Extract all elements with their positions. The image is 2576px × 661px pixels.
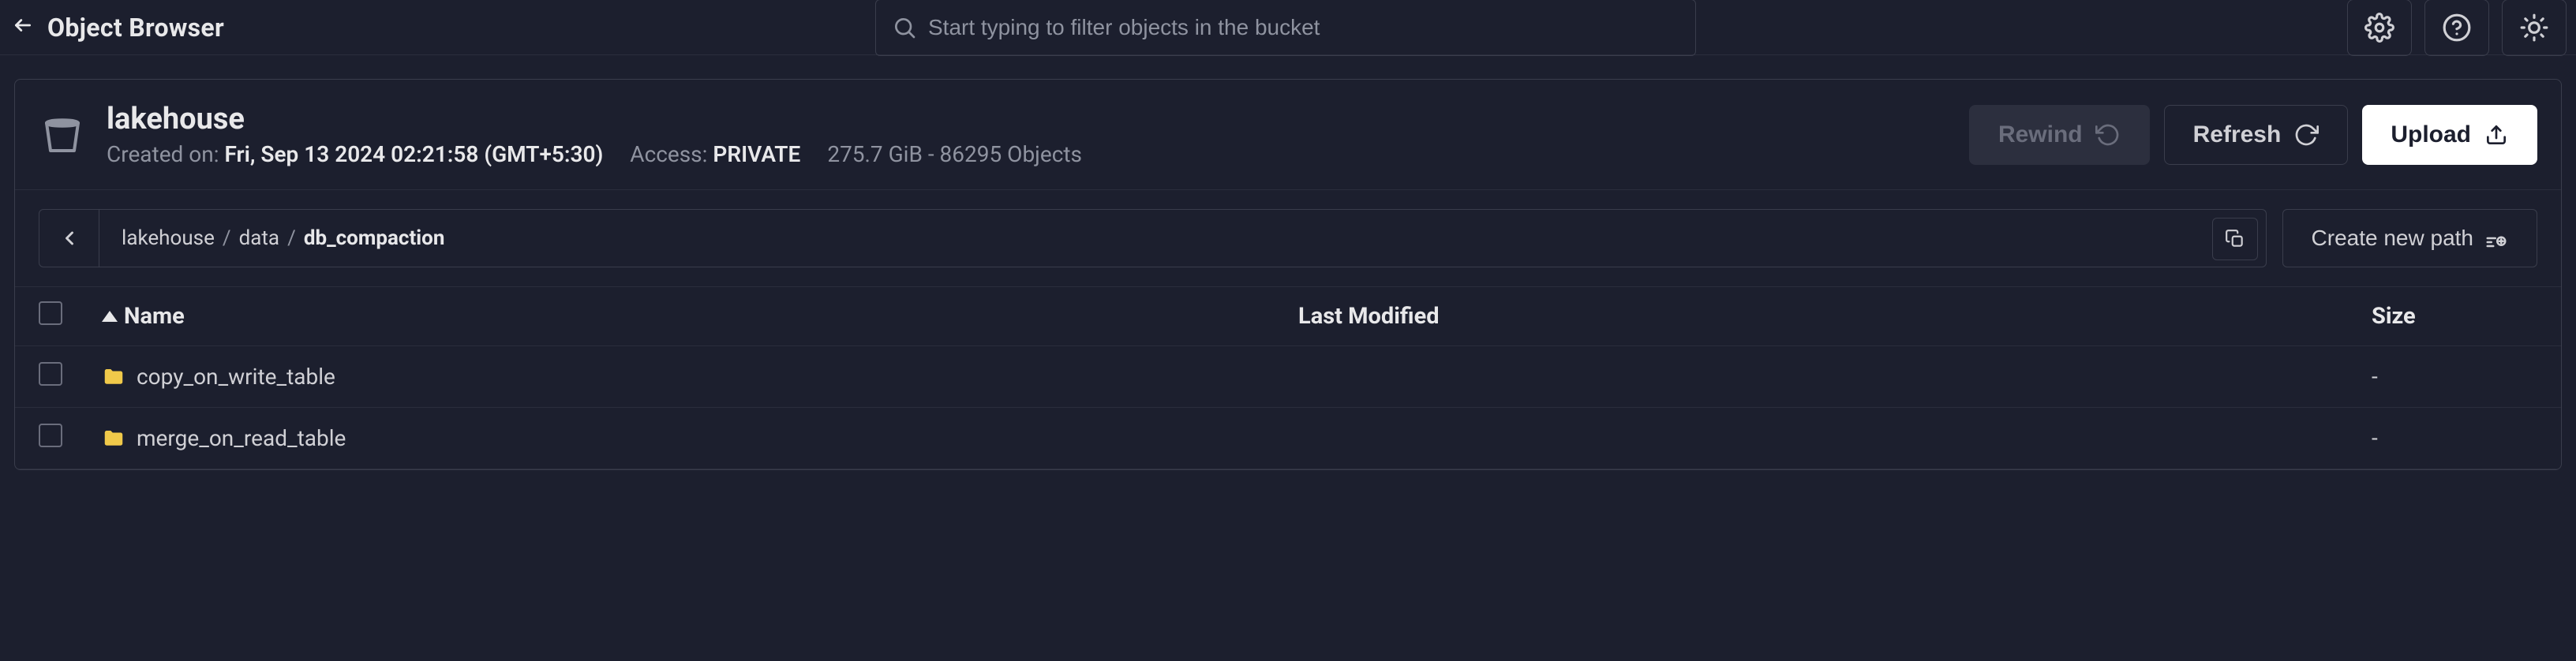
sort-asc-icon <box>102 311 118 322</box>
bucket-icon <box>39 111 86 159</box>
created-value: Fri, Sep 13 2024 02:21:58 (GMT+5:30) <box>224 141 603 167</box>
row-size: - <box>2372 425 2537 451</box>
folder-icon <box>102 365 125 389</box>
create-path-button[interactable]: Create new path <box>2282 209 2537 267</box>
page-title: Object Browser <box>47 13 224 43</box>
back-arrow-icon[interactable] <box>9 12 36 43</box>
create-path-label: Create new path <box>2312 226 2473 251</box>
column-name-label: Name <box>124 303 185 330</box>
table-row[interactable]: merge_on_read_table - <box>15 408 2561 469</box>
refresh-label: Refresh <box>2193 121 2282 148</box>
select-all-checkbox[interactable] <box>39 301 62 325</box>
row-checkbox[interactable] <box>39 424 62 447</box>
copy-icon <box>2225 229 2245 249</box>
column-header-size[interactable]: Size <box>2372 303 2537 330</box>
row-size: - <box>2372 364 2537 390</box>
rewind-button: Rewind <box>1969 105 2150 165</box>
search-wrap <box>875 0 1696 56</box>
row-name: copy_on_write_table <box>137 364 335 390</box>
row-name: merge_on_read_table <box>137 425 346 451</box>
breadcrumb: lakehouse / data / db_compaction <box>39 209 2267 267</box>
breadcrumb-sep: / <box>287 226 296 250</box>
column-modified-label: Last Modified <box>1298 303 1440 330</box>
row-checkbox[interactable] <box>39 362 62 386</box>
help-icon <box>2442 13 2472 43</box>
help-button[interactable] <box>2424 0 2489 56</box>
upload-icon <box>2484 122 2509 148</box>
chevron-left-icon <box>58 227 80 249</box>
table-row[interactable]: copy_on_write_table - <box>15 346 2561 408</box>
sun-icon <box>2519 13 2549 43</box>
breadcrumb-seg-2[interactable]: db_compaction <box>304 226 445 250</box>
search-input[interactable] <box>928 15 1679 40</box>
column-header-modified[interactable]: Last Modified <box>1298 303 2372 330</box>
breadcrumb-back-button[interactable] <box>39 210 99 267</box>
column-header-name[interactable]: Name <box>102 303 1298 330</box>
breadcrumb-sep: / <box>223 226 231 250</box>
theme-button[interactable] <box>2502 0 2567 56</box>
folder-icon <box>102 427 125 450</box>
breadcrumb-seg-0[interactable]: lakehouse <box>122 226 215 250</box>
settings-button[interactable] <box>2347 0 2412 56</box>
access-label: Access: <box>630 141 707 167</box>
breadcrumb-seg-1[interactable]: data <box>239 226 279 250</box>
bucket-name: lakehouse <box>107 102 1082 136</box>
refresh-icon <box>2293 122 2319 148</box>
upload-button[interactable]: Upload <box>2362 105 2537 165</box>
access-value: PRIVATE <box>713 141 800 167</box>
copy-path-button[interactable] <box>2212 218 2258 260</box>
upload-label: Upload <box>2391 121 2471 148</box>
rewind-label: Rewind <box>1998 121 2083 148</box>
gear-icon <box>2364 13 2394 43</box>
new-path-icon <box>2484 226 2508 250</box>
created-label: Created on: <box>107 141 219 167</box>
search-icon <box>892 15 917 40</box>
refresh-button[interactable]: Refresh <box>2164 105 2349 165</box>
rewind-icon <box>2095 122 2121 148</box>
bucket-stats: 275.7 GiB - 86295 Objects <box>827 141 1082 167</box>
bucket-meta: Created on: Fri, Sep 13 2024 02:21:58 (G… <box>107 141 1082 167</box>
column-size-label: Size <box>2372 303 2416 330</box>
